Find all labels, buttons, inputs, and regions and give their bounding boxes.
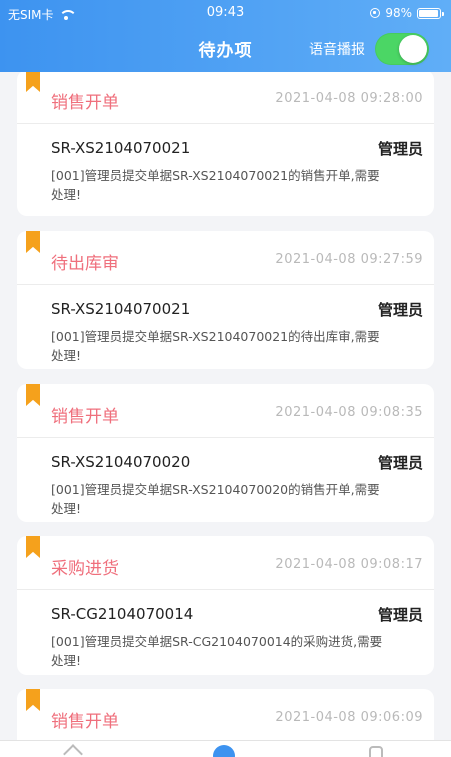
header-bar: 无SIM卡 09:43 98% 待办项 语音播报 bbox=[0, 0, 451, 72]
voice-broadcast-label: 语音播报 bbox=[309, 42, 365, 58]
document-number: SR-XS2104070020 bbox=[51, 453, 191, 471]
profile-icon[interactable] bbox=[369, 746, 383, 757]
task-title: 销售开单 bbox=[51, 712, 119, 732]
task-title: 销售开单 bbox=[51, 93, 119, 113]
task-card[interactable]: 销售开单 2021-04-08 09:06:09 bbox=[17, 689, 434, 740]
battery-percent: 98% bbox=[385, 6, 412, 20]
battery-icon bbox=[417, 7, 444, 19]
bookmark-icon bbox=[26, 384, 40, 406]
task-time: 2021-04-08 09:08:17 bbox=[275, 557, 423, 572]
rotation-lock-icon bbox=[370, 8, 381, 18]
task-card[interactable]: 采购进货 2021-04-08 09:08:17 SR-CG2104070014… bbox=[17, 536, 434, 675]
nav-bar: 待办项 语音播报 bbox=[0, 26, 451, 72]
submitter: 管理员 bbox=[377, 300, 423, 319]
submitter: 管理员 bbox=[377, 453, 423, 472]
task-time: 2021-04-08 09:08:35 bbox=[275, 405, 423, 420]
task-time: 2021-04-08 09:27:59 bbox=[275, 252, 423, 267]
bookmark-icon bbox=[26, 231, 40, 253]
task-card[interactable]: 待出库审 2021-04-08 09:27:59 SR-XS2104070021… bbox=[17, 231, 434, 369]
bookmark-icon bbox=[26, 72, 40, 92]
status-bar: 无SIM卡 09:43 98% bbox=[0, 0, 451, 26]
submitter: 管理员 bbox=[377, 139, 423, 158]
task-card[interactable]: 销售开单 2021-04-08 09:28:00 SR-XS2104070021… bbox=[17, 72, 434, 216]
bookmark-icon bbox=[26, 536, 40, 558]
task-title: 待出库审 bbox=[51, 254, 119, 274]
voice-broadcast-toggle[interactable] bbox=[375, 33, 429, 65]
bookmark-icon bbox=[26, 689, 40, 711]
task-description: [001]管理员提交单据SR-CG2104070014的采购进货,需要处理! bbox=[51, 634, 383, 668]
document-number: SR-XS2104070021 bbox=[51, 300, 191, 318]
home-icon[interactable] bbox=[63, 744, 83, 757]
task-title: 销售开单 bbox=[51, 407, 119, 427]
voice-broadcast: 语音播报 bbox=[309, 33, 429, 65]
submitter: 管理员 bbox=[377, 605, 423, 624]
task-description: [001]管理员提交单据SR-XS2104070021的销售开单,需要处理! bbox=[51, 168, 380, 202]
todo-icon[interactable] bbox=[213, 745, 235, 757]
task-time: 2021-04-08 09:06:09 bbox=[275, 710, 423, 725]
task-list[interactable]: 销售开单 2021-04-08 09:28:00 SR-XS2104070021… bbox=[0, 72, 451, 740]
task-description: [001]管理员提交单据SR-XS2104070020的销售开单,需要处理! bbox=[51, 482, 380, 516]
tab-bar bbox=[0, 740, 451, 757]
task-title: 采购进货 bbox=[51, 559, 119, 579]
task-card[interactable]: 销售开单 2021-04-08 09:08:35 SR-XS2104070020… bbox=[17, 384, 434, 522]
document-number: SR-XS2104070021 bbox=[51, 139, 191, 157]
task-description: [001]管理员提交单据SR-XS2104070021的待出库审,需要处理! bbox=[51, 329, 380, 363]
document-number: SR-CG2104070014 bbox=[51, 605, 194, 623]
task-time: 2021-04-08 09:28:00 bbox=[275, 91, 423, 106]
